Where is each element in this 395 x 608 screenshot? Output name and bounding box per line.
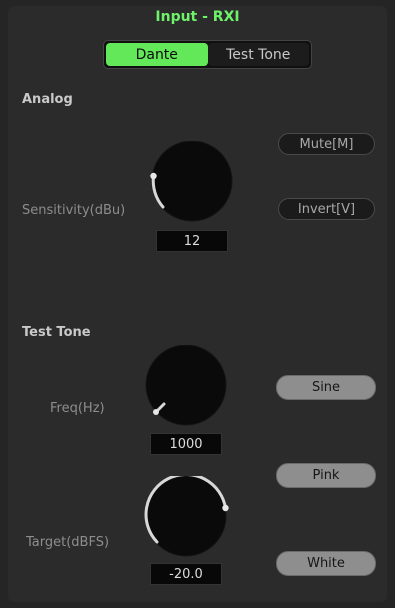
test-tone-section-title: Test Tone (22, 325, 91, 340)
target-value-field[interactable]: -20.0 (150, 563, 222, 585)
freq-label: Freq(Hz) (50, 401, 105, 416)
target-knob[interactable] (140, 476, 232, 568)
tab-test-tone[interactable]: Test Tone (207, 43, 309, 66)
pink-button[interactable]: Pink (276, 463, 376, 488)
invert-button[interactable]: Invert[V] (278, 198, 375, 220)
frequency-knob[interactable] (140, 345, 232, 437)
sensitivity-value-field[interactable]: 12 (156, 230, 228, 252)
target-label: Target(dBFS) (26, 535, 110, 550)
panel-title: Input - RXI (155, 9, 240, 25)
sine-button[interactable]: Sine (276, 375, 376, 400)
mute-button[interactable]: Mute[M] (278, 133, 375, 155)
sensitivity-knob[interactable] (146, 141, 238, 233)
source-selector: Dante Test Tone (103, 40, 312, 69)
sensitivity-label: Sensitivity(dBu) (22, 203, 126, 218)
analog-section-title: Analog (22, 92, 73, 107)
tab-dante[interactable]: Dante (106, 43, 208, 66)
frequency-value-field[interactable]: 1000 (150, 433, 222, 455)
white-button[interactable]: White (276, 551, 376, 576)
